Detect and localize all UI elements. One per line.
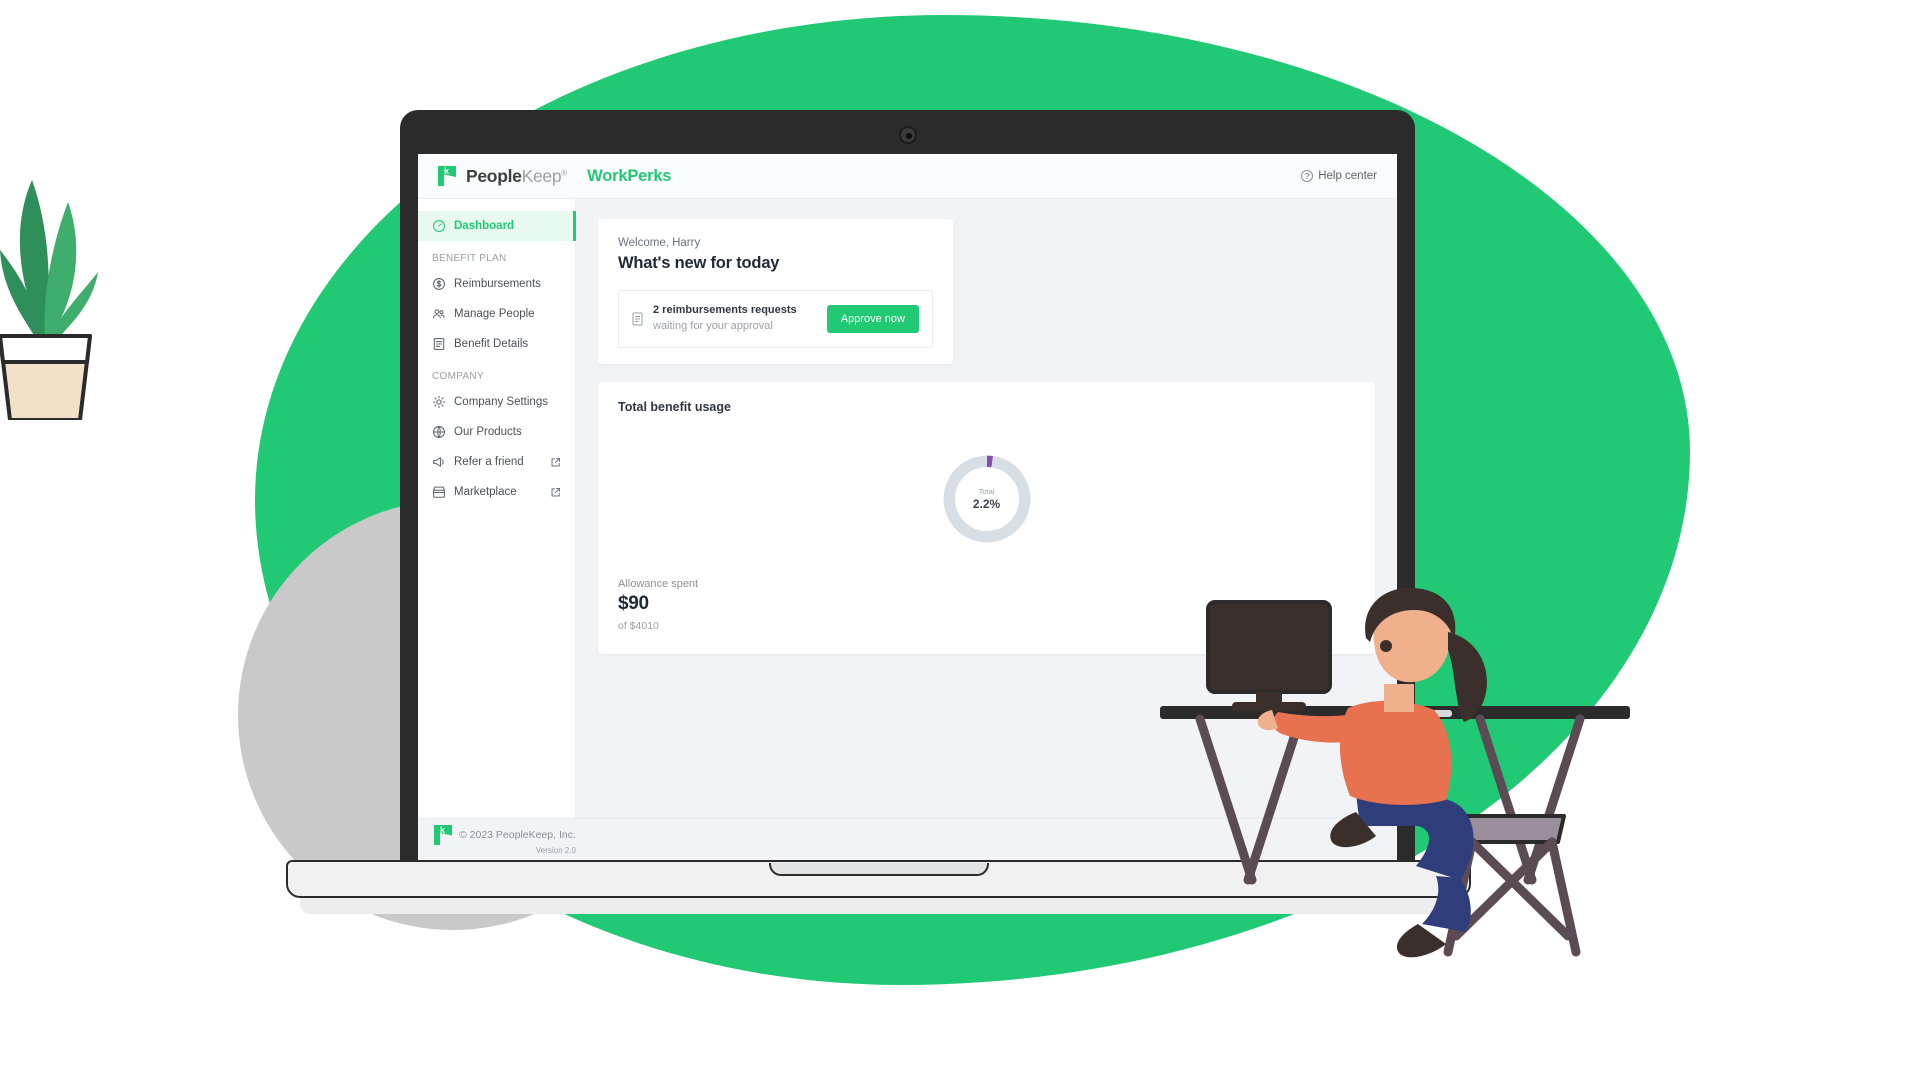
sidebar-item-label: Company Settings [454,396,548,408]
sidebar-item-refer-a-friend[interactable]: Refer a friend [418,447,575,477]
product-name: WorkPerks [587,166,672,185]
brand-registered-mark: ® [561,168,568,178]
sidebar-item-label: Refer a friend [454,456,524,468]
webcam-icon [898,126,917,144]
grid-icon [432,425,446,439]
footer-copyright: © 2023 PeopleKeep, Inc. [459,828,576,841]
sidebar-item-marketplace[interactable]: Marketplace [418,477,575,507]
help-center-link[interactable]: ? Help center [1301,170,1377,182]
sidebar-item-label: Our Products [454,426,522,438]
gear-icon [432,395,446,409]
benefit-usage-donut-chart: Total 2.2% [939,451,1035,547]
donut-center-text: Total 2.2% [939,451,1035,547]
notice-text: 2 reimbursements requests waiting for yo… [653,303,818,335]
sidebar-item-label: Dashboard [454,220,515,232]
approve-now-button[interactable]: Approve now [826,304,919,333]
donut-chart-wrap: Total 2.2% [618,424,1355,574]
laptop-base-notch [768,863,989,876]
welcome-card: Welcome, Harry What's new for today 2 re… [598,219,953,364]
brand-logo[interactable]: k PeopleKeep® [438,166,567,187]
help-center-label: Help center [1318,170,1377,182]
gauge-icon [432,219,446,233]
sidebar-item-label: Manage People [454,308,535,320]
notice-rest: waiting for your approval [653,319,773,332]
megaphone-icon [432,455,446,469]
welcome-greeting: Welcome, Harry [618,237,701,249]
brand-keep-text: Keep [521,165,562,186]
donut-total-label: Total [978,486,995,496]
sidebar-item-our-products[interactable]: Our Products [418,417,575,447]
store-icon [432,485,446,499]
donut-total-value: 2.2% [972,497,1001,512]
external-link-icon [550,487,561,498]
sidebar-section-benefit-plan: BENEFIT PLAN [432,253,507,264]
sidebar-item-benefit-details[interactable]: Benefit Details [418,329,575,359]
dollar-icon [432,277,446,291]
document-icon [432,337,446,351]
chair-seat [1458,814,1566,844]
usage-card-title: Total benefit usage [618,399,731,414]
monitor [1206,600,1332,694]
welcome-title: What's new for today [618,254,780,272]
sidebar-item-reimbursements[interactable]: Reimbursements [418,269,575,299]
app-header: k PeopleKeep® WorkPerks ? Help center [418,154,1397,199]
question-mark-icon: ? [1301,170,1314,182]
sidebar-item-company-settings[interactable]: Company Settings [418,387,575,417]
person-at-desk-illustration [1160,587,1630,958]
plant-illustration [0,180,98,420]
screenshot-root: k PeopleKeep® WorkPerks ? Help center Da… [0,0,1920,1080]
sidebar-section-company: COMPANY [432,371,484,382]
sidebar-item-label: Benefit Details [454,338,529,350]
sidebar-item-label: Reimbursements [454,278,541,290]
footer-logo-icon: k [434,824,453,845]
sidebar-nav: Dashboard BENEFIT PLAN Reimbursements Manag… [418,199,576,818]
notice-count: 2 reimbursements requests [653,304,797,316]
sidebar-item-dashboard[interactable]: Dashboard [418,211,576,241]
footer-version: Version 2.0 [535,845,576,855]
reimbursement-notice: 2 reimbursements requests waiting for yo… [618,290,933,348]
peoplekeep-logo-icon: k [438,166,457,186]
document-icon [632,312,643,326]
brand-people-text: People [466,165,522,186]
sidebar-item-label: Marketplace [454,486,517,498]
people-icon [432,307,446,321]
sidebar-item-manage-people[interactable]: Manage People [418,299,575,329]
external-link-icon [550,457,561,468]
